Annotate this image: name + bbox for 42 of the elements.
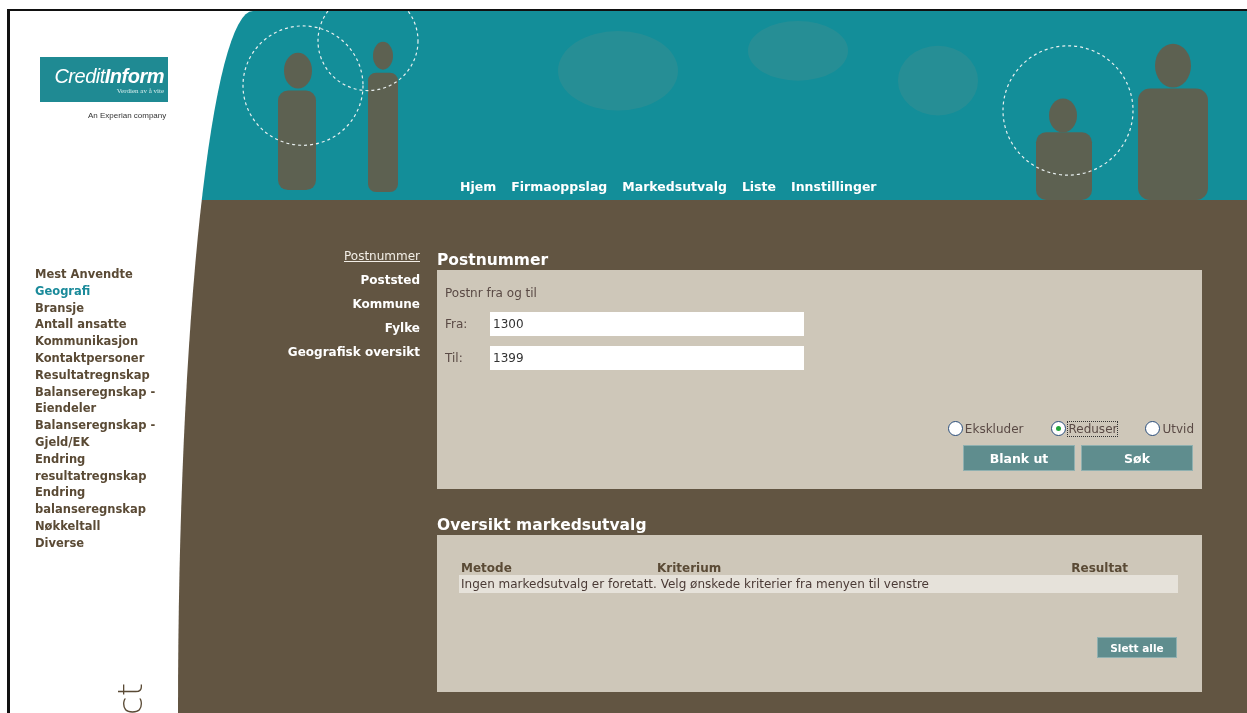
column-header: Resultat	[1071, 561, 1128, 575]
nav-link[interactable]: Liste	[741, 179, 777, 194]
sidebar-item[interactable]: Endring balanseregnskap	[35, 484, 175, 518]
nav-link[interactable]: Innstillinger	[791, 179, 877, 194]
field-hint: Postnr fra og til	[445, 286, 538, 300]
action-button[interactable]: Søk	[1081, 445, 1193, 471]
sidebar-item[interactable]: Bransje	[35, 299, 84, 317]
nav-link[interactable]: Hjem	[460, 179, 497, 194]
sidebar-item[interactable]: Diverse	[35, 534, 85, 552]
column-header: Kriterium	[657, 561, 723, 575]
sidebar-item[interactable]: Kommunikasjon	[35, 333, 139, 350]
column-header: Metode	[461, 561, 513, 575]
sidebar-item[interactable]: Geografi	[35, 282, 91, 300]
section-title: Postnummer	[437, 250, 550, 270]
subnav-link[interactable]: Postnummer	[344, 248, 420, 265]
radio-button[interactable]: Ekskluder	[947, 421, 1024, 436]
nav-link[interactable]: Markedsutvalg	[622, 179, 727, 194]
subnav-link[interactable]: Poststed	[360, 272, 420, 289]
radio-button[interactable]: Utvid	[1145, 421, 1194, 436]
sidebar-item[interactable]: Resultatregnskap	[35, 366, 150, 384]
subnav-link[interactable]: Fylke	[384, 320, 420, 337]
sidebar-item[interactable]: Balanseregnskap - Gjeld/EK	[35, 417, 175, 451]
radio-button[interactable]: Reduser	[1051, 421, 1118, 436]
sidebar-item[interactable]: Antall ansatte	[35, 316, 127, 334]
nav-link[interactable]: Firmaoppslag	[511, 179, 608, 194]
sidebar-item[interactable]: Balanseregnskap - Eiendeler	[35, 383, 175, 418]
sidebar-item[interactable]: Kontaktpersoner	[35, 350, 145, 367]
empty-message: Ingen markedsutvalg er foretatt. Velg ønskede kriterier fra menyen til venstre	[459, 575, 1178, 593]
delete-all-button[interactable]: Slett alle	[1097, 637, 1177, 658]
section-title: Oversikt markedsutvalg	[437, 515, 648, 535]
sidebar-item[interactable]: Endring resultatregnskap	[35, 450, 175, 485]
field-label: Til:	[445, 351, 464, 365]
sidebar-item[interactable]: Mest Anvendte	[35, 266, 133, 283]
field-label: Fra:	[445, 317, 469, 331]
input-field[interactable]: 1399	[490, 346, 804, 370]
side-text: ct	[110, 682, 150, 713]
action-button[interactable]: Blank ut	[963, 445, 1075, 471]
subnav-link[interactable]: Geografisk oversikt	[287, 344, 420, 361]
sidebar-item[interactable]: Nøkkeltall	[35, 517, 101, 535]
input-field[interactable]: 1300	[490, 312, 804, 336]
subnav-link[interactable]: Kommune	[352, 296, 420, 313]
company-tagline: An Experian company	[88, 111, 167, 120]
